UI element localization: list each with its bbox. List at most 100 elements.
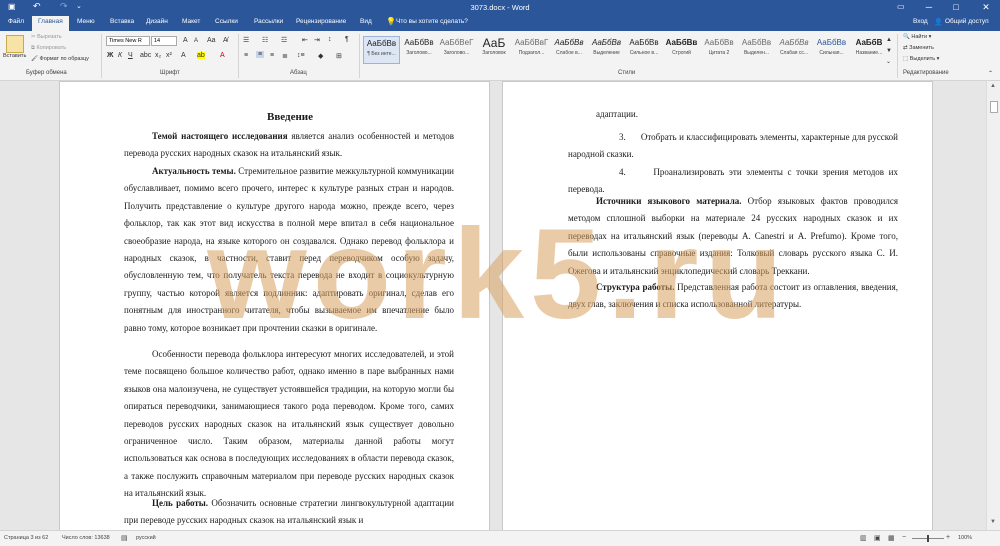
divider: [897, 34, 898, 78]
sign-in-link[interactable]: Вход: [913, 18, 928, 25]
style-option[interactable]: АаБбВв Выделение: [588, 36, 625, 64]
copy-button[interactable]: ⧉ Копировать: [31, 45, 66, 52]
subscript-button[interactable]: x₂: [155, 52, 161, 59]
font-size-field[interactable]: 14: [151, 36, 177, 46]
style-preview: АаБбВв: [629, 38, 659, 47]
style-preview: АаБбВв: [741, 38, 772, 47]
highlight-icon[interactable]: ab: [197, 52, 205, 59]
increase-indent-icon[interactable]: ⇥: [314, 36, 320, 44]
language-indicator[interactable]: русский: [136, 535, 156, 541]
find-button[interactable]: 🔍 Найти ▾: [903, 34, 931, 40]
underline-button[interactable]: Ч: [128, 52, 133, 59]
style-preview: АаБбВв: [554, 38, 584, 47]
font-color-icon[interactable]: A: [220, 52, 225, 59]
tab-file[interactable]: Файл: [8, 18, 24, 25]
style-option[interactable]: АаБ Заголовок: [476, 36, 513, 64]
vertical-scrollbar[interactable]: ▲ ▼: [986, 81, 1000, 530]
tab-mailings[interactable]: Рассылки: [254, 18, 283, 25]
bold-lead: Темой настоящего исследования: [152, 131, 288, 141]
tab-design[interactable]: Дизайн: [146, 18, 168, 25]
paragraph-group-label: Абзац: [290, 70, 307, 76]
scroll-thumb[interactable]: [990, 101, 998, 113]
scroll-up-icon[interactable]: ▲: [990, 83, 996, 89]
style-option[interactable]: АаБбВв Заголово...: [401, 36, 438, 64]
style-option[interactable]: АаБбВ Название...: [851, 36, 888, 64]
style-option[interactable]: АаБбВв Слабое в...: [551, 36, 588, 64]
style-option[interactable]: АаБбВв ¶ Без инте...: [363, 36, 400, 64]
page-counter[interactable]: Страница 3 из 62: [4, 535, 48, 541]
minimize-button[interactable]: ─: [918, 0, 940, 15]
change-case-icon[interactable]: Aa: [207, 37, 216, 44]
collapse-ribbon-icon[interactable]: ⌃: [988, 70, 993, 77]
style-option[interactable]: АаБбВв Цитата 2: [701, 36, 738, 64]
word-count[interactable]: Число слов: 13638: [62, 535, 110, 541]
document-page-2[interactable]: адаптации. 3. Отобрать и классифицироват…: [502, 81, 933, 541]
strikethrough-button[interactable]: abc: [140, 52, 151, 59]
tab-layout[interactable]: Макет: [182, 18, 200, 25]
style-option[interactable]: АаБбВеГ Заголово...: [438, 36, 475, 64]
paste-button[interactable]: Вставить: [3, 53, 26, 59]
style-option[interactable]: АаБбВв Сильная...: [813, 36, 850, 64]
divider: [101, 34, 102, 78]
bold-button[interactable]: Ж: [107, 52, 113, 59]
replace-button[interactable]: ⇄ Заменить: [903, 45, 934, 51]
style-option[interactable]: АаБбВв Строгий: [663, 36, 700, 64]
tab-insert[interactable]: Вставка: [110, 18, 134, 25]
italic-button[interactable]: К: [118, 52, 122, 59]
align-center-icon[interactable]: ≡: [256, 51, 265, 58]
read-mode-icon[interactable]: ▥: [860, 534, 867, 542]
numbering-icon[interactable]: ☷: [262, 36, 268, 44]
style-preview: АаБ: [482, 36, 506, 50]
superscript-button[interactable]: x²: [166, 52, 172, 59]
multilevel-list-icon[interactable]: ☲: [281, 36, 287, 44]
close-button[interactable]: ✕: [972, 0, 1000, 15]
print-layout-icon[interactable]: ▣: [874, 534, 881, 542]
align-right-icon[interactable]: ≡: [270, 52, 274, 59]
format-painter-button[interactable]: 🖌 Формат по образцу: [31, 56, 89, 62]
style-option[interactable]: АаБбВв Сильное в...: [626, 36, 663, 64]
ribbon-display-icon[interactable]: ▭: [897, 2, 905, 11]
line-spacing-icon[interactable]: ↕≡: [297, 52, 305, 59]
tab-view[interactable]: Вид: [360, 18, 372, 25]
select-button[interactable]: ⬚ Выделить ▾: [903, 56, 939, 62]
paragraph: Структура работы. Представленная работа …: [568, 279, 898, 314]
cut-button[interactable]: ✂ Вырезать: [31, 34, 62, 40]
style-name: Заголово...: [406, 50, 432, 56]
show-marks-icon[interactable]: ¶: [345, 36, 349, 43]
sort-icon[interactable]: ↕: [328, 36, 332, 43]
proofing-icon[interactable]: ▤: [121, 534, 128, 542]
shading-icon[interactable]: ◆: [318, 52, 323, 60]
tab-menu[interactable]: Меню: [77, 18, 95, 25]
scroll-down-icon[interactable]: ▼: [990, 519, 996, 525]
text-effects-icon[interactable]: A: [181, 52, 186, 59]
tab-review[interactable]: Рецензирование: [296, 18, 346, 25]
web-layout-icon[interactable]: ▦: [888, 534, 895, 542]
borders-icon[interactable]: ⊞: [336, 52, 342, 60]
font-name-field[interactable]: Times New R: [106, 36, 150, 46]
align-left-icon[interactable]: ≡: [244, 52, 248, 59]
share-button[interactable]: Общий доступ: [945, 18, 989, 25]
style-name: Сильная...: [819, 50, 844, 56]
zoom-level[interactable]: 100%: [958, 535, 972, 541]
title-bar: ▣ ↶ ↷ ⌄ 3073.docx - Word ▭ ─ □ ✕: [0, 0, 1000, 15]
document-page-1[interactable]: Введение Темой настоящего исследования я…: [59, 81, 490, 541]
maximize-button[interactable]: □: [945, 0, 967, 15]
style-option[interactable]: АаБбВв Выделен...: [738, 36, 775, 64]
zoom-out-icon[interactable]: −: [902, 534, 906, 541]
decrease-indent-icon[interactable]: ⇤: [302, 36, 308, 44]
style-option[interactable]: АаБбВвГ Подзагол...: [513, 36, 550, 64]
clear-format-icon[interactable]: A̸: [223, 37, 228, 44]
style-option[interactable]: АаБбВв Слабая сс...: [776, 36, 813, 64]
paste-icon[interactable]: [6, 35, 24, 53]
tab-references[interactable]: Ссылки: [215, 18, 238, 25]
bullets-icon[interactable]: ☰: [243, 36, 249, 44]
tab-home[interactable]: Главная: [32, 16, 69, 31]
zoom-slider-thumb[interactable]: [927, 535, 929, 542]
style-name: Цитата 2: [708, 50, 730, 56]
shrink-font-icon[interactable]: A: [194, 38, 198, 44]
grow-font-icon[interactable]: A: [183, 37, 188, 44]
zoom-in-icon[interactable]: +: [946, 534, 950, 541]
tell-me-search[interactable]: Что вы хотите сделать?: [396, 18, 468, 25]
list-item: 3. Отобрать и классифицировать элементы,…: [568, 132, 898, 160]
justify-icon[interactable]: ≣: [282, 52, 288, 60]
